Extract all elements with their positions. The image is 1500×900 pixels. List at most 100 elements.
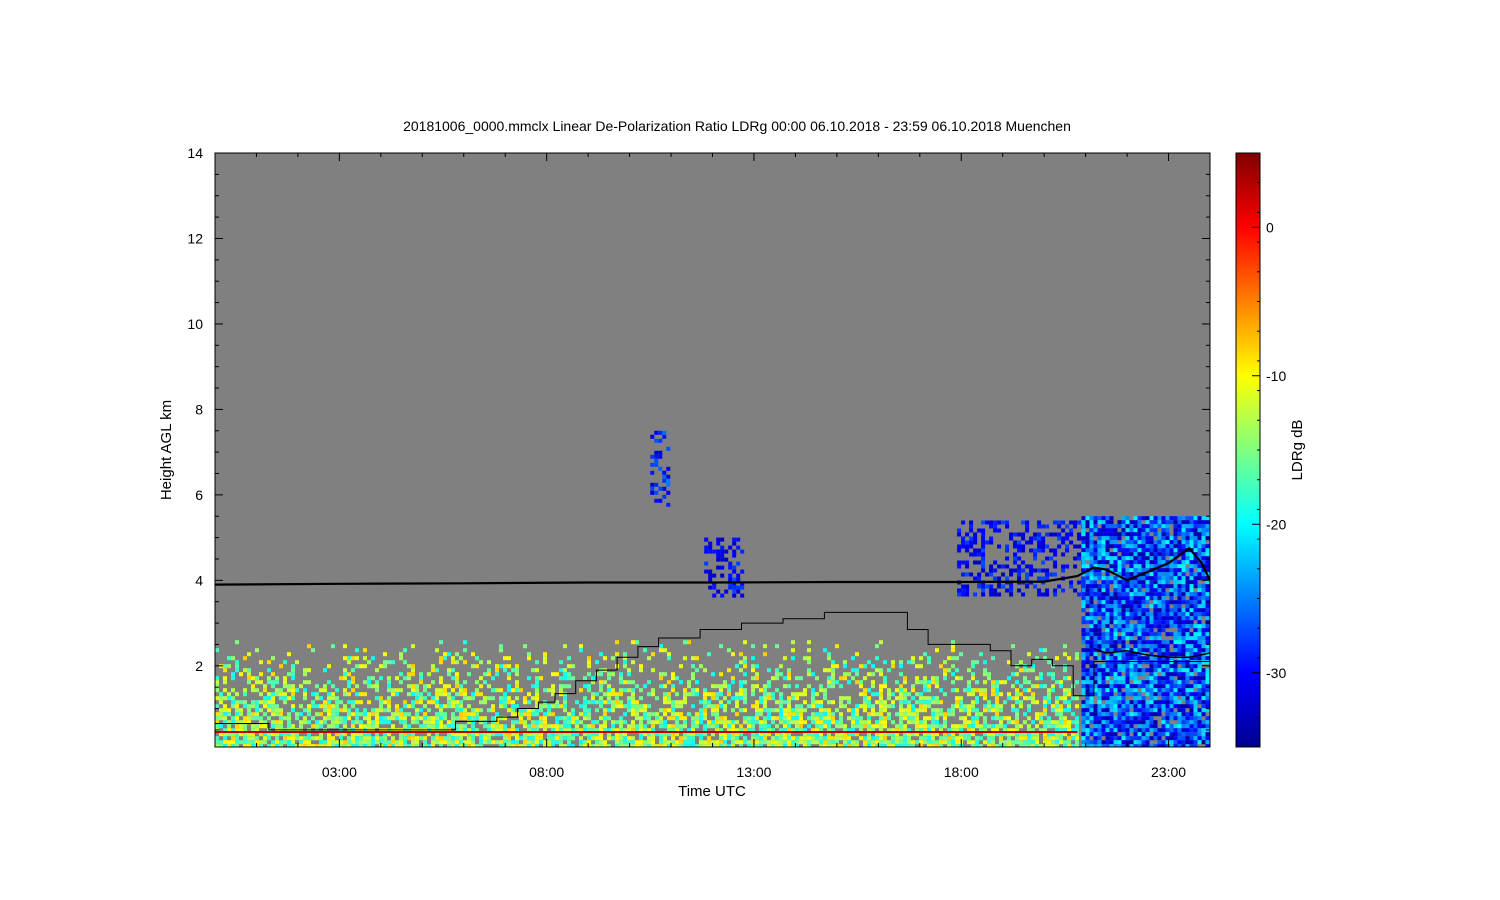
- ldr-cell: [675, 712, 679, 717]
- ldr-cell: [1145, 744, 1150, 747]
- ldr-cell: [1189, 600, 1194, 605]
- ldr-cell: [1185, 608, 1190, 613]
- ldr-cell: [631, 720, 635, 725]
- ldr-cell: [347, 680, 351, 685]
- ldr-cell: [403, 648, 407, 653]
- ldr-cell: [981, 528, 986, 533]
- ldr-cell: [487, 660, 491, 665]
- ldr-cell: [811, 740, 815, 745]
- ldr-cell: [1201, 520, 1206, 525]
- ldr-cell: [391, 712, 395, 717]
- ldr-cell: [623, 688, 627, 693]
- ldr-cell: [847, 744, 851, 747]
- ldr-cell: [1089, 556, 1094, 561]
- ldr-cell: [559, 660, 563, 665]
- ldr-cell: [716, 589, 721, 594]
- ldr-cell: [559, 740, 563, 745]
- ldr-cell: [543, 716, 547, 721]
- ldr-cell: [1097, 644, 1102, 649]
- ldr-cell: [259, 716, 263, 721]
- ldr-cell: [247, 740, 251, 745]
- ldr-cell: [627, 688, 631, 693]
- ldr-cell: [975, 744, 979, 747]
- ldr-cell: [1117, 704, 1122, 709]
- ldr-cell: [1149, 536, 1154, 541]
- ldr-cell: [1025, 524, 1030, 529]
- ldr-cell: [619, 716, 623, 721]
- ldr-cell: [799, 716, 803, 721]
- ldr-cell: [1189, 540, 1194, 545]
- ldr-cell: [631, 660, 635, 665]
- ldr-cell: [719, 700, 723, 705]
- ldr-cell: [799, 712, 803, 717]
- ldr-cell: [989, 524, 994, 529]
- ldr-cell: [1019, 744, 1023, 747]
- ldr-cell: [931, 720, 935, 725]
- ldr-cell: [291, 692, 295, 697]
- ldr-cell: [751, 676, 755, 681]
- ldr-cell: [1185, 700, 1190, 705]
- ldr-cell: [511, 712, 515, 717]
- ldr-cell: [1113, 644, 1118, 649]
- ldr-cell: [997, 584, 1002, 589]
- ldr-cell: [727, 684, 731, 689]
- ldr-cell: [911, 704, 915, 709]
- ldr-cell: [623, 736, 627, 741]
- ldr-cell: [819, 724, 823, 729]
- ldr-cell: [1085, 708, 1090, 713]
- ldr-cell: [1165, 524, 1170, 529]
- ldr-cell: [1181, 664, 1186, 669]
- ldr-cell: [895, 680, 899, 685]
- ldr-cell: [307, 708, 311, 713]
- ldr-cell: [1185, 644, 1190, 649]
- ldr-cell: [459, 692, 463, 697]
- ldr-cell: [1081, 688, 1086, 693]
- ldr-cell: [787, 744, 791, 747]
- ldr-cell: [607, 696, 611, 701]
- ldr-cell: [1047, 716, 1051, 721]
- ldr-cell: [1093, 544, 1098, 549]
- ldr-cell: [915, 680, 919, 685]
- ldr-cell: [747, 720, 751, 725]
- ldr-cell: [981, 592, 986, 597]
- ldr-cell: [435, 696, 439, 701]
- ldr-cell: [1031, 736, 1035, 741]
- ldr-cell: [235, 708, 239, 713]
- ldr-cell: [1109, 680, 1114, 685]
- ldr-cell: [887, 744, 891, 747]
- ldr-cell: [1133, 632, 1138, 637]
- ldr-cell: [939, 700, 943, 705]
- ldr-cell: [1201, 624, 1206, 629]
- ldr-cell: [799, 692, 803, 697]
- ldr-cell: [971, 740, 975, 745]
- ldr-cell: [1173, 604, 1178, 609]
- ldr-cell: [1149, 624, 1154, 629]
- ldr-cell: [487, 672, 491, 677]
- ldr-cell: [1181, 580, 1186, 585]
- ldr-cell: [1013, 552, 1018, 557]
- ldr-cell: [795, 736, 799, 741]
- ldr-cell: [1089, 528, 1094, 533]
- ldr-cell: [1173, 616, 1178, 621]
- ldr-cell: [1169, 672, 1174, 677]
- ldr-cell: [827, 720, 831, 725]
- ldr-cell: [831, 680, 835, 685]
- ldr-cell: [1173, 612, 1178, 617]
- ldr-cell: [1017, 568, 1022, 573]
- ldr-cell: [1185, 672, 1190, 677]
- ldr-cell: [1121, 736, 1126, 741]
- ldr-cell: [1015, 696, 1019, 701]
- ldr-cell: [1047, 696, 1051, 701]
- ldr-cell: [647, 712, 651, 717]
- ldr-cell: [679, 724, 683, 729]
- ldr-cell: [1117, 740, 1122, 745]
- ldr-cell: [728, 585, 733, 590]
- ldr-cell: [975, 660, 979, 665]
- ldr-cell: [815, 716, 819, 721]
- ldr-cell: [627, 696, 631, 701]
- ldr-cell: [803, 700, 807, 705]
- ldr-cell: [1173, 624, 1178, 629]
- ldr-cell: [1181, 740, 1186, 745]
- ldr-cell: [720, 557, 725, 562]
- ldr-cell: [1205, 612, 1210, 617]
